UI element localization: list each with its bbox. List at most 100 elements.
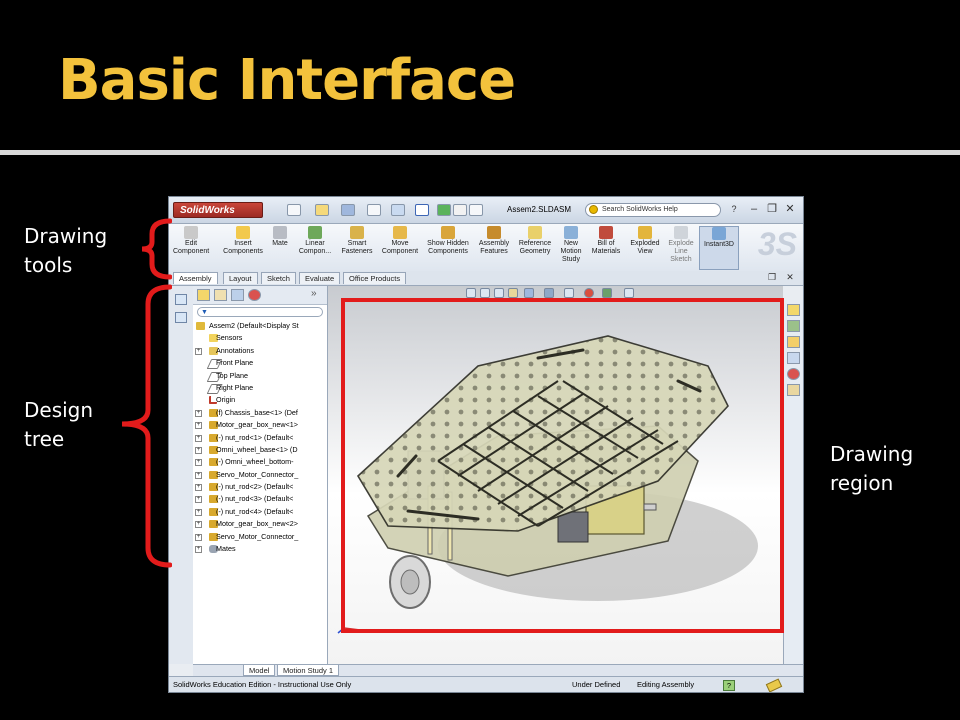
tree-item-component[interactable]: + (-) nut_rod<3> (Default< (193, 493, 327, 505)
rail-icon-1[interactable] (175, 294, 187, 305)
solidworks-resources-icon[interactable] (787, 304, 800, 316)
tab-model[interactable]: Model (243, 665, 276, 676)
restore-button[interactable]: ❐ (765, 203, 779, 216)
tree-item-assem2[interactable]: Assem2 (Default<Display St (193, 320, 327, 332)
tree-item-component[interactable]: + Motor_gear_box_new<2> (193, 518, 327, 530)
expand-icon[interactable]: + (195, 521, 202, 529)
move-component-label: Move Component (381, 240, 419, 255)
instant3d-icon (712, 227, 726, 240)
select-pointer-icon[interactable] (415, 204, 429, 216)
tree-tabs: » (193, 286, 327, 305)
tree-item-mates[interactable]: + Mates (193, 543, 327, 555)
display-manager-tab-icon[interactable] (248, 289, 261, 301)
tree-list: Assem2 (Default<Display St Sensors + Anno… (193, 320, 327, 555)
expand-icon[interactable]: + (195, 409, 202, 417)
tab-sketch[interactable]: Sketch (261, 272, 296, 284)
tab-motion-study-1[interactable]: Motion Study 1 (277, 665, 340, 676)
reference-geometry-button[interactable]: Reference Geometry (515, 226, 555, 270)
rebuild-icon[interactable] (437, 204, 451, 216)
file-explorer-icon[interactable] (787, 336, 800, 348)
cm-restore-icon[interactable]: ❐ (765, 271, 779, 283)
print-icon[interactable] (367, 204, 381, 216)
tree-item-label: Assem2 (Default<Display St (209, 321, 299, 330)
show-hidden-label: Show Hidden Components (427, 240, 469, 255)
drawing-region-highlight (341, 298, 784, 633)
show-hidden-components-button[interactable]: Show Hidden Components (425, 226, 471, 270)
solidworks-logo-button[interactable]: SolidWorks (173, 202, 263, 218)
smart-fasteners-button[interactable]: Smart Fasteners (337, 226, 377, 270)
tree-item-component[interactable]: + Servo_Motor_Connector_ (193, 531, 327, 543)
rail-icon-2[interactable] (175, 312, 187, 323)
tree-item-front-plane[interactable]: Front Plane (193, 357, 327, 370)
tree-item-component[interactable]: + (f) Chassis_base<1> (Def (193, 407, 327, 419)
expand-icon[interactable]: + (195, 459, 202, 467)
filter-icon: ▼ (201, 309, 208, 316)
design-library-icon[interactable] (787, 320, 800, 332)
expand-icon[interactable]: + (195, 484, 202, 492)
property-manager-tab-icon[interactable] (214, 289, 227, 301)
edit-component-button[interactable]: Edit Component (173, 226, 209, 270)
expand-icon[interactable]: + (195, 546, 202, 554)
help-search-input[interactable]: Search SolidWorks Help (585, 203, 721, 217)
help-menu-button[interactable]: ? (727, 203, 741, 216)
minimize-button[interactable]: – (747, 203, 761, 216)
expand-icon[interactable]: + (195, 471, 202, 479)
status-help-icon[interactable]: ? (723, 680, 735, 691)
tab-evaluate[interactable]: Evaluate (299, 272, 341, 284)
expand-icon[interactable]: + (195, 422, 202, 430)
new-motion-study-button[interactable]: New Motion Study (557, 226, 585, 270)
expand-icon[interactable]: + (195, 347, 202, 355)
cm-close-icon[interactable]: ✕ (783, 271, 797, 283)
bill-of-materials-button[interactable]: Bill of Materials (587, 226, 625, 270)
instant3d-button[interactable]: Instant3D (699, 226, 739, 270)
mate-button[interactable]: Mate (267, 226, 293, 270)
assembly-icon (196, 322, 205, 330)
save-icon[interactable] (341, 204, 355, 216)
file-properties-icon[interactable] (453, 204, 467, 216)
tree-item-component[interactable]: + (-) nut_rod<2> (Default< (193, 481, 327, 493)
expand-icon[interactable]: + (195, 496, 202, 504)
custom-properties-icon[interactable] (787, 384, 800, 396)
tree-item-component[interactable]: + (-) Omni_wheel_bottom- (193, 456, 327, 468)
new-document-icon[interactable] (287, 204, 301, 216)
bracket-drawing-tools (141, 218, 172, 280)
tree-item-component[interactable]: + (-) nut_rod<1> (Default< (193, 432, 327, 444)
expand-icon[interactable]: + (195, 508, 202, 516)
tree-item-component[interactable]: + Servo_Motor_Connector_ (193, 469, 327, 481)
appearances-icon[interactable] (787, 368, 800, 380)
feature-manager-tab-icon[interactable] (197, 289, 210, 301)
reference-geometry-icon (528, 226, 542, 239)
tree-filter-input[interactable]: ▼ (197, 307, 323, 317)
expand-icon[interactable]: + (195, 446, 202, 454)
expand-icon[interactable]: + (195, 434, 202, 442)
insert-components-button[interactable]: Insert Components (221, 226, 265, 270)
view-palette-icon[interactable] (787, 352, 800, 364)
undo-icon[interactable] (391, 204, 405, 216)
mate-label: Mate (272, 240, 288, 247)
move-component-button[interactable]: Move Component (379, 226, 421, 270)
title-bar: SolidWorks Assem2.SLDASM Search SolidWor… (169, 197, 803, 224)
explode-line-sketch-button[interactable]: Explode Line Sketch (665, 226, 697, 270)
tab-assembly[interactable]: Assembly (173, 272, 218, 284)
tree-item-component[interactable]: + (-) nut_rod<4> (Default< (193, 506, 327, 518)
close-button[interactable]: ✕ (783, 203, 797, 216)
configuration-manager-tab-icon[interactable] (231, 289, 244, 301)
tree-item-top-plane[interactable]: Top Plane (193, 370, 327, 382)
assembly-features-button[interactable]: Assembly Features (475, 226, 513, 270)
linear-component-pattern-button[interactable]: Linear Compon... (295, 226, 335, 270)
status-pencil-icon[interactable] (765, 678, 783, 692)
tab-office-products[interactable]: Office Products (343, 272, 407, 284)
options-icon[interactable] (469, 204, 483, 216)
expand-panel-icon[interactable]: » (311, 288, 317, 299)
exploded-view-button[interactable]: Exploded View (627, 226, 663, 270)
tab-layout[interactable]: Layout (223, 272, 258, 284)
expand-icon[interactable]: + (195, 533, 202, 541)
tree-item-annotations[interactable]: + Annotations (193, 345, 327, 357)
tree-item-sensors[interactable]: Sensors (193, 332, 327, 344)
tree-item-component[interactable]: + Omni_wheel_base<1> (D (193, 444, 327, 456)
tree-item-label: Motor_gear_box_new<1> (216, 420, 298, 430)
open-folder-icon[interactable] (315, 204, 329, 216)
tree-item-component[interactable]: + Motor_gear_box_new<1> (193, 419, 327, 431)
tree-item-origin[interactable]: Origin (193, 394, 327, 406)
tree-item-right-plane[interactable]: Right Plane (193, 382, 327, 394)
